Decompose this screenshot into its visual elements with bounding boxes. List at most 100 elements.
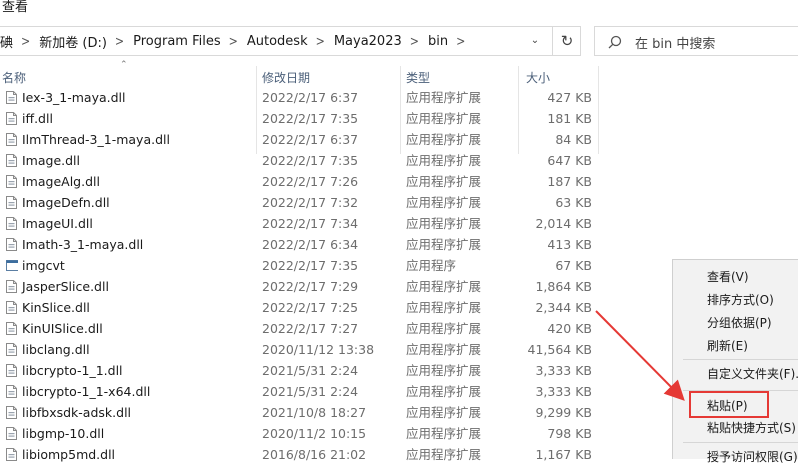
file-row[interactable]: Image.dll 2022/2/17 7:35 应用程序扩展 647 KB <box>0 150 600 171</box>
file-date: 2022/2/17 7:34 <box>262 216 359 231</box>
dll-file-icon <box>6 427 17 440</box>
file-name: libcrypto-1_1-x64.dll <box>22 384 151 399</box>
menu-strip: 查看 <box>0 0 798 20</box>
file-row[interactable]: libfbxsdk-adsk.dll 2021/10/8 18:27 应用程序扩展 9… <box>0 402 600 423</box>
context-menu-item[interactable]: 自定义文件夹(F)... <box>707 365 798 382</box>
file-row[interactable]: JasperSlice.dll 2022/2/17 7:29 应用程序扩展 1,864… <box>0 276 600 297</box>
file-row[interactable]: IlmThread-3_1-maya.dll 2022/2/17 6:37 应用程序… <box>0 129 600 150</box>
menu-separator <box>683 359 798 360</box>
file-type: 应用程序扩展 <box>406 132 482 147</box>
breadcrumb-item[interactable]: bin <box>428 34 448 49</box>
search-box[interactable]: 在 bin 中搜索 <box>594 26 798 56</box>
file-row[interactable]: libiomp5md.dll 2016/8/16 21:02 应用程序扩展 1,167… <box>0 444 600 465</box>
file-size: 798 KB <box>547 426 592 441</box>
file-type: 应用程序扩展 <box>406 237 482 252</box>
context-menu-item[interactable]: 分组依据(P) <box>707 314 772 331</box>
col-date[interactable]: 修改日期 <box>262 69 310 86</box>
file-name: Iex-3_1-maya.dll <box>22 90 126 105</box>
search-input[interactable]: 在 bin 中搜索 <box>635 33 715 52</box>
file-type: 应用程序扩展 <box>406 300 482 315</box>
file-row[interactable]: libcrypto-1_1-x64.dll 2021/5/31 2:24 应用程序扩… <box>0 381 600 402</box>
file-size: 63 KB <box>555 195 592 210</box>
address-bar[interactable]: 碘 > 新加卷 (D:) > Program Files > Autodesk > Maya20… <box>0 26 581 56</box>
breadcrumb-item[interactable]: Autodesk <box>247 34 308 49</box>
col-size[interactable]: 大小 <box>526 69 550 86</box>
file-size: 1,167 KB <box>535 447 592 462</box>
dll-file-icon <box>6 112 17 125</box>
file-row[interactable]: Iex-3_1-maya.dll 2022/2/17 6:37 应用程序扩展 427 … <box>0 87 600 108</box>
file-row[interactable]: KinUISlice.dll 2022/2/17 7:27 应用程序扩展 420 KB <box>0 318 600 339</box>
file-row[interactable]: libcrypto-1_1.dll 2021/5/31 2:24 应用程序扩展 3,3… <box>0 360 600 381</box>
breadcrumb-separator-icon[interactable]: > <box>316 33 325 49</box>
file-date: 2016/8/16 21:02 <box>262 447 367 462</box>
context-menu-item[interactable]: 授予访问权限(G) <box>707 448 798 465</box>
file-row[interactable]: ImageAlg.dll 2022/2/17 7:26 应用程序扩展 187 KB <box>0 171 600 192</box>
dll-file-icon <box>6 91 17 104</box>
search-icon <box>608 35 622 49</box>
breadcrumb-separator-icon[interactable]: > <box>115 33 124 49</box>
dll-file-icon <box>6 322 17 335</box>
file-name: imgcvt <box>22 258 65 273</box>
file-row[interactable]: libclang.dll 2020/11/12 13:38 应用程序扩展 41,564… <box>0 339 600 360</box>
breadcrumb-separator-icon[interactable]: > <box>229 33 238 49</box>
context-menu-item[interactable]: 粘贴快捷方式(S) <box>707 419 796 436</box>
context-menu-item[interactable]: 查看(V) <box>707 268 749 285</box>
file-date: 2022/2/17 7:35 <box>262 153 359 168</box>
breadcrumb-separator-icon[interactable]: > <box>410 33 419 49</box>
file-row[interactable]: Imath-3_1-maya.dll 2022/2/17 6:34 应用程序扩展 41… <box>0 234 600 255</box>
breadcrumb-item[interactable]: Program Files <box>133 34 221 49</box>
file-name: iff.dll <box>22 111 53 126</box>
file-date: 2022/2/17 6:34 <box>262 237 359 252</box>
file-name: Image.dll <box>22 153 81 168</box>
breadcrumb: 碘 > 新加卷 (D:) > Program Files > Autodesk > Maya20… <box>0 27 474 55</box>
view-menu[interactable]: 查看 <box>2 0 28 16</box>
file-name: ImageDefn.dll <box>22 195 110 210</box>
column-header: ⌃ 名称 修改日期 类型 大小 <box>0 60 600 154</box>
dll-file-icon <box>6 196 17 209</box>
paste-highlight-box <box>689 391 769 418</box>
breadcrumb-separator-icon[interactable]: > <box>21 33 30 49</box>
file-date: 2022/2/17 7:29 <box>262 279 359 294</box>
breadcrumb-separator-icon[interactable]: > <box>456 33 465 49</box>
file-date: 2022/2/17 7:35 <box>262 111 359 126</box>
file-row[interactable]: KinSlice.dll 2022/2/17 7:25 应用程序扩展 2,344 KB <box>0 297 600 318</box>
breadcrumb-item[interactable]: 新加卷 (D:) <box>39 32 107 51</box>
file-size: 647 KB <box>547 153 592 168</box>
context-menu-item[interactable]: 刷新(E) <box>707 337 748 354</box>
file-row[interactable]: imgcvt 2022/2/17 7:35 应用程序 67 KB <box>0 255 600 276</box>
file-type: 应用程序扩展 <box>406 195 482 210</box>
col-name[interactable]: 名称 <box>2 69 26 86</box>
context-menu: 查看(V) 排序方式(O) 分组依据(P) 刷新(E) 自定义文件夹(F)... 粘贴(P… <box>672 259 798 464</box>
file-name: Imath-3_1-maya.dll <box>22 237 144 252</box>
breadcrumb-item[interactable]: 碘 <box>0 32 13 51</box>
file-type: 应用程序扩展 <box>406 321 482 336</box>
file-row[interactable]: iff.dll 2022/2/17 7:35 应用程序扩展 181 KB <box>0 108 600 129</box>
file-row[interactable]: libgmp-10.dll 2020/11/2 10:15 应用程序扩展 798 KB <box>0 423 600 444</box>
file-list: Iex-3_1-maya.dll 2022/2/17 6:37 应用程序扩展 427 … <box>0 87 600 465</box>
file-name: KinSlice.dll <box>22 300 90 315</box>
dll-file-icon <box>6 448 17 461</box>
file-name: JasperSlice.dll <box>22 279 109 294</box>
file-type: 应用程序扩展 <box>406 174 482 189</box>
refresh-icon[interactable]: ↻ <box>552 27 581 55</box>
file-size: 2,014 KB <box>535 216 592 231</box>
file-date: 2021/5/31 2:24 <box>262 384 359 399</box>
file-name: libiomp5md.dll <box>22 447 116 462</box>
file-type: 应用程序扩展 <box>406 90 482 105</box>
file-row[interactable]: ImageDefn.dll 2022/2/17 7:32 应用程序扩展 63 KB <box>0 192 600 213</box>
file-date: 2021/10/8 18:27 <box>262 405 367 420</box>
file-date: 2020/11/12 13:38 <box>262 342 375 357</box>
dll-file-icon <box>6 217 17 230</box>
file-date: 2022/2/17 7:27 <box>262 321 359 336</box>
file-type: 应用程序扩展 <box>406 426 482 441</box>
col-type[interactable]: 类型 <box>406 69 430 86</box>
file-name: KinUISlice.dll <box>22 321 103 336</box>
file-date: 2022/2/17 7:26 <box>262 174 359 189</box>
file-size: 413 KB <box>547 237 592 252</box>
file-row[interactable]: ImageUI.dll 2022/2/17 7:34 应用程序扩展 2,014 KB <box>0 213 600 234</box>
sort-caret-icon: ⌃ <box>120 60 128 70</box>
context-menu-item[interactable]: 排序方式(O) <box>707 291 774 308</box>
chevron-down-icon[interactable]: ⌄ <box>526 32 544 50</box>
breadcrumb-item[interactable]: Maya2023 <box>334 34 402 49</box>
dll-file-icon <box>6 280 17 293</box>
